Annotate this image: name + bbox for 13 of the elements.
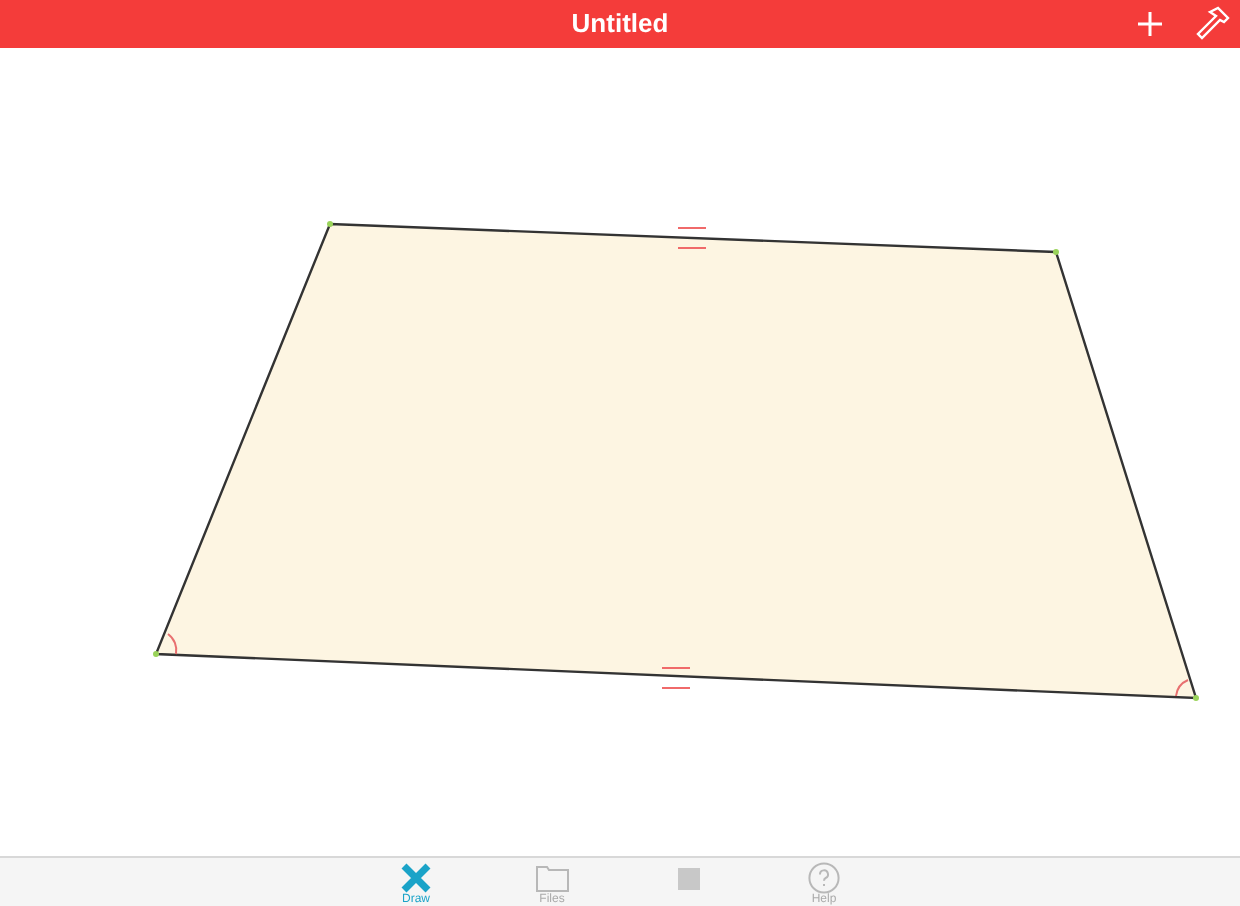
square-icon — [677, 867, 699, 889]
cross-icon — [400, 862, 432, 894]
help-icon — [808, 862, 840, 894]
angle-mark — [1175, 679, 1189, 697]
corner-point[interactable] — [1193, 695, 1199, 701]
folder-icon — [535, 864, 569, 892]
add-button[interactable] — [1132, 6, 1168, 42]
corner-point[interactable] — [153, 651, 159, 657]
hammer-button[interactable] — [1192, 4, 1232, 44]
window-title: Untitled — [571, 6, 669, 43]
corner-point[interactable] — [1053, 249, 1059, 255]
corner-point[interactable] — [327, 221, 333, 227]
angle-mark — [167, 633, 178, 655]
